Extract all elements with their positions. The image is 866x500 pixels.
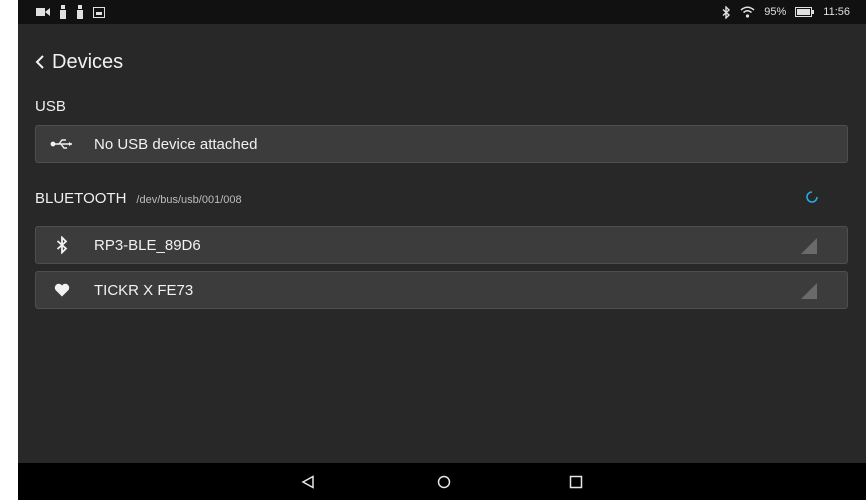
square-recents-icon	[569, 475, 583, 489]
status-right: 95% 11:56	[722, 3, 850, 21]
notification-icon	[60, 5, 66, 19]
app-screen: 95% 11:56 Devices USB No USB device atta…	[18, 0, 866, 500]
usb-status-label: No USB device attached	[94, 135, 258, 153]
navigation-bar	[18, 463, 866, 500]
bluetooth-status-icon	[722, 5, 731, 19]
heart-icon	[50, 278, 74, 302]
nav-recents-button[interactable]	[566, 472, 586, 492]
signal-strength-icon	[801, 238, 817, 254]
status-left-icons	[36, 4, 105, 20]
wifi-icon	[740, 6, 755, 18]
bluetooth-icon	[50, 233, 74, 257]
bluetooth-device-path: /dev/bus/usb/001/008	[136, 194, 242, 206]
triangle-back-icon	[301, 475, 314, 489]
usb-section-label: USB	[35, 98, 66, 115]
bluetooth-section-label: BLUETOOTH	[35, 190, 127, 207]
nav-home-button[interactable]	[434, 472, 454, 492]
usb-status-item: No USB device attached	[35, 125, 848, 163]
chevron-left-icon	[35, 55, 44, 69]
nav-back-button[interactable]	[298, 472, 318, 492]
circle-home-icon	[437, 475, 451, 489]
page-title: Devices	[52, 50, 124, 73]
bluetooth-section-header: BLUETOOTH/dev/bus/usb/001/008	[35, 190, 242, 207]
notification-icon	[77, 5, 83, 19]
signal-strength-icon	[801, 283, 817, 299]
video-icon	[36, 8, 50, 16]
status-time: 11:56	[823, 6, 850, 18]
back-button[interactable]: Devices	[18, 44, 123, 80]
device-name: TICKR X FE73	[94, 281, 194, 299]
device-list-item[interactable]: RP3-BLE_89D6	[35, 226, 848, 264]
loading-spinner-icon	[806, 191, 818, 203]
battery-icon	[795, 7, 815, 17]
battery-percent: 95%	[764, 6, 787, 18]
image-icon	[93, 6, 105, 18]
device-list-item[interactable]: TICKR X FE73	[35, 271, 848, 309]
status-bar: 95% 11:56	[18, 0, 866, 24]
device-name: RP3-BLE_89D6	[94, 236, 201, 254]
usb-icon	[50, 132, 74, 156]
